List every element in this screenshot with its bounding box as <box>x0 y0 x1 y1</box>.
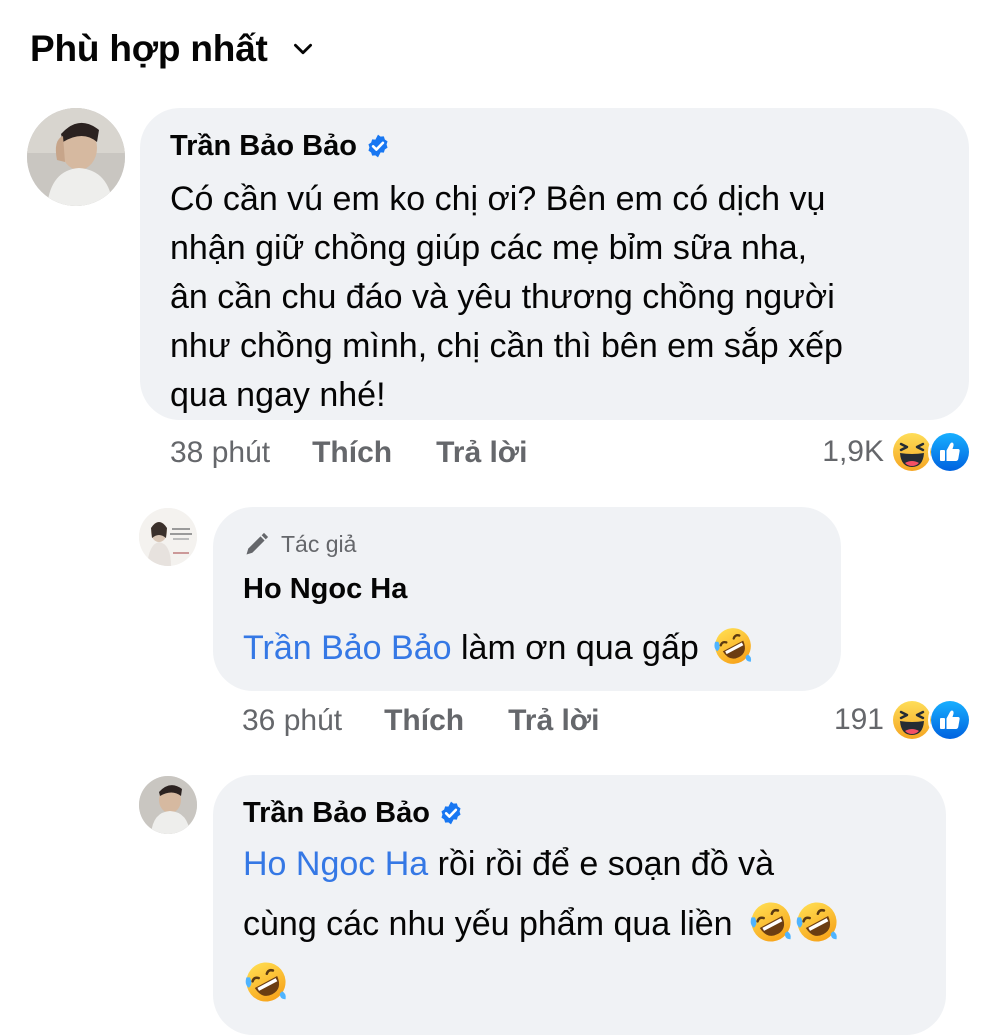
comment-timestamp[interactable]: 38 phút <box>170 436 270 470</box>
reply-button[interactable]: Trả lời <box>508 704 599 738</box>
comment-text-line: qua ngay nhé! <box>170 376 386 414</box>
comment-actions: 36 phút Thích Trả lời <box>242 701 599 741</box>
comment-bubble: Trần Bảo Bảo Có cần vú em ko chị ơi? Bên… <box>140 108 969 420</box>
comment-text: Ho Ngoc Ha rồi rồi để e soạn đồ và cùng … <box>243 834 916 1014</box>
comment-text-line: Có cần vú em ko chị ơi? Bên em có dịch v… <box>170 180 826 218</box>
comment-text-line: nhận giữ chồng giúp các mẹ bỉm sữa nha, <box>170 229 808 267</box>
comment-text: Trần Bảo Bảo làm ơn qua gấp <box>243 624 811 672</box>
sort-dropdown[interactable]: Phù hợp nhất <box>30 28 316 70</box>
reaction-count: 1,9K <box>822 435 884 468</box>
avatar[interactable] <box>139 508 197 566</box>
comment-text-body: làm ơn qua gấp <box>461 629 699 667</box>
comment-author[interactable]: Trần Bảo Bảo <box>170 130 357 163</box>
like-icon <box>928 430 972 474</box>
like-button[interactable]: Thích <box>312 436 392 470</box>
sort-label: Phù hợp nhất <box>30 28 268 69</box>
comment-author[interactable]: Ho Ngoc Ha <box>243 573 407 606</box>
verified-badge-icon <box>438 800 464 826</box>
author-tag: Tác giả <box>243 527 811 561</box>
comment-text: Có cần vú em ko chị ơi? Bên em có dịch v… <box>170 175 939 420</box>
reaction-icons <box>890 430 972 474</box>
comment-text-line: như chồng mình, chị cần thì bên em sắp x… <box>170 327 843 365</box>
reaction-count: 191 <box>833 703 884 736</box>
author-tag-label: Tác giả <box>281 530 357 557</box>
verified-badge-icon <box>365 133 391 159</box>
reaction-icons <box>890 698 972 742</box>
avatar[interactable] <box>139 776 197 834</box>
comment-actions: 38 phút Thích Trả lời <box>170 433 527 473</box>
rofl-emoji-icon <box>794 899 840 945</box>
reaction-summary[interactable]: 1,9K <box>822 429 972 475</box>
reply-button[interactable]: Trả lời <box>436 436 527 470</box>
pen-icon <box>243 530 271 558</box>
comment-text-body: rồi rồi để e soạn đồ và <box>437 845 775 883</box>
reaction-summary[interactable]: 191 <box>834 697 972 743</box>
rofl-emoji-icon <box>712 625 754 667</box>
comment-bubble: Tác giả Ho Ngoc Ha Trần Bảo Bảo làm ơn q… <box>213 507 841 691</box>
comment-text-line: ân cần chu đáo và yêu thương chồng người <box>170 278 835 316</box>
chevron-down-icon <box>293 43 312 55</box>
rofl-emoji-icon <box>243 959 289 1005</box>
comment-author[interactable]: Trần Bảo Bảo <box>243 797 430 830</box>
comment-text-body: cùng các nhu yếu phẩm qua liền <box>243 905 733 943</box>
like-button[interactable]: Thích <box>384 704 464 738</box>
comment-bubble: Trần Bảo Bảo Ho Ngoc Ha rồi rồi để e soạ… <box>213 775 946 1035</box>
like-icon <box>928 698 972 742</box>
rofl-emoji-icon <box>748 899 794 945</box>
avatar[interactable] <box>27 108 125 206</box>
comment-timestamp[interactable]: 36 phút <box>242 704 342 738</box>
mention-link[interactable]: Ho Ngoc Ha <box>243 845 428 883</box>
mention-link[interactable]: Trần Bảo Bảo <box>243 629 452 667</box>
